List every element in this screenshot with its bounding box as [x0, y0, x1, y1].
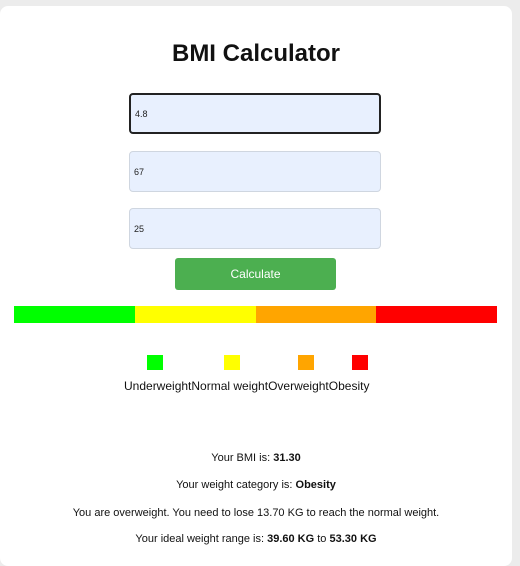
ideal-range-high: 53.30 KG [329, 533, 377, 545]
scale-segment-obesity [376, 306, 497, 323]
scale-segment-normal [134, 306, 256, 323]
ideal-range-low: 39.60 KG [267, 533, 315, 545]
scale-segment-overweight [255, 306, 377, 323]
category-value: Obesity [295, 479, 336, 491]
legend-labels: UnderweightNormal weightOverweightObesit… [124, 379, 369, 393]
legend-swatch-overweight [298, 355, 314, 370]
height-input[interactable] [129, 93, 381, 134]
category-result: Your weight category is: Obesity [0, 479, 512, 491]
scale-segment-underweight [14, 306, 135, 323]
legend-swatch-underweight [147, 355, 163, 370]
legend-swatch-obesity [352, 355, 368, 370]
ideal-range-separator: to [314, 533, 330, 545]
bmi-color-scale [14, 306, 497, 323]
calculator-card: BMI Calculator Calculate UnderweightNorm… [0, 6, 512, 566]
legend-label-normal: Normal weight [191, 379, 269, 393]
ideal-range-label: Your ideal weight range is: [135, 533, 268, 545]
advice-text: You are overweight. You need to lose 13.… [72, 507, 440, 519]
legend-label-underweight: Underweight [124, 379, 192, 393]
calculate-button[interactable]: Calculate [175, 258, 336, 290]
age-input[interactable] [129, 208, 381, 249]
legend-swatch-normal [224, 355, 240, 370]
weight-input[interactable] [129, 151, 381, 192]
category-result-label: Your weight category is: [176, 479, 296, 491]
page-title: BMI Calculator [171, 40, 341, 67]
ideal-range-result: Your ideal weight range is: 39.60 KG to … [0, 533, 512, 545]
bmi-result: Your BMI is: 31.30 [0, 452, 512, 464]
legend-label-overweight: Overweight [268, 379, 329, 393]
bmi-result-label: Your BMI is: [211, 452, 274, 464]
legend-label-obesity: Obesity [328, 379, 370, 393]
bmi-value: 31.30 [273, 452, 301, 464]
